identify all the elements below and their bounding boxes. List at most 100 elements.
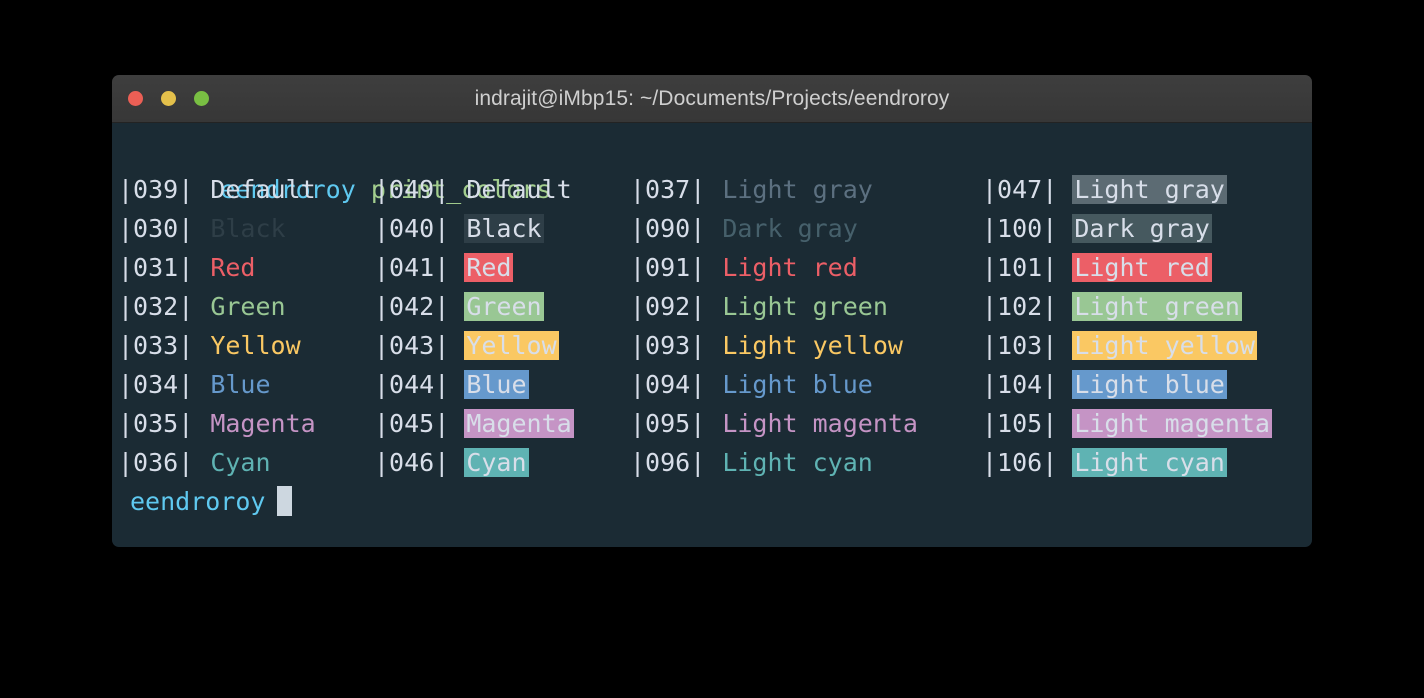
color-label: Dark gray — [722, 214, 858, 243]
prompt-line[interactable]: eendroroy — [112, 482, 1312, 521]
color-label: Black — [210, 214, 286, 243]
color-label: Blue — [210, 370, 271, 399]
color-code: |034| — [118, 370, 209, 399]
window-title: indrajit@iMbp15: ~/Documents/Projects/ee… — [474, 86, 950, 110]
color-entry: |032| Green — [118, 287, 288, 326]
table-row: |033| Yellow |043| Yellow |093| Light yell… — [112, 326, 1312, 365]
color-entry: |106| Light cyan — [982, 443, 1227, 482]
shell-prompt-2: eendroroy — [130, 487, 266, 516]
color-entry: |031| Red — [118, 248, 257, 287]
color-label: Magenta — [210, 409, 316, 438]
color-label: Red — [464, 253, 514, 282]
color-entry: |100| Dark gray — [982, 209, 1212, 248]
color-label: Light gray — [1072, 175, 1227, 204]
color-entry: |035| Magenta — [118, 404, 318, 443]
color-entry: |094| Light blue — [630, 365, 875, 404]
color-entry: |044| Blue — [374, 365, 529, 404]
color-code: |039| — [118, 175, 209, 204]
table-row: |032| Green |042| Green |092| Light green |… — [112, 287, 1312, 326]
color-code: |036| — [118, 448, 209, 477]
color-code: |032| — [118, 292, 209, 321]
color-entry: |093| Light yellow — [630, 326, 905, 365]
color-label: Light red — [722, 253, 858, 282]
color-code: |090| — [630, 214, 721, 243]
color-label: Light gray — [722, 175, 873, 204]
minimize-button[interactable] — [161, 91, 176, 106]
color-label: Green — [210, 292, 286, 321]
color-entry: |036| Cyan — [118, 443, 273, 482]
title-bar[interactable]: indrajit@iMbp15: ~/Documents/Projects/ee… — [112, 75, 1312, 123]
color-table: |039| Default |049| Default |037| Light gr… — [112, 170, 1312, 482]
color-code: |044| — [374, 370, 465, 399]
color-label: Dark gray — [1072, 214, 1212, 243]
color-label: Yellow — [210, 331, 301, 360]
color-code: |104| — [982, 370, 1073, 399]
color-entry: |105| Light magenta — [982, 404, 1272, 443]
color-label: Light green — [1072, 292, 1242, 321]
color-label: Blue — [464, 370, 529, 399]
color-label: Light magenta — [722, 409, 918, 438]
color-entry: |101| Light red — [982, 248, 1212, 287]
color-entry: |091| Light red — [630, 248, 860, 287]
color-entry: |037| Light gray — [630, 170, 875, 209]
color-entry: |047| Light gray — [982, 170, 1227, 209]
zoom-button[interactable] — [194, 91, 209, 106]
text-cursor — [277, 486, 293, 516]
color-code: |102| — [982, 292, 1073, 321]
color-label: Light blue — [1072, 370, 1227, 399]
color-code: |092| — [630, 292, 721, 321]
color-label: Magenta — [464, 409, 574, 438]
color-entry: |046| Cyan — [374, 443, 529, 482]
terminal-window[interactable]: indrajit@iMbp15: ~/Documents/Projects/ee… — [112, 75, 1312, 547]
color-entry: |039| Default — [118, 170, 318, 209]
color-code: |030| — [118, 214, 209, 243]
color-code: |042| — [374, 292, 465, 321]
color-code: |100| — [982, 214, 1073, 243]
color-code: |041| — [374, 253, 465, 282]
color-code: |047| — [982, 175, 1073, 204]
color-label: Light green — [722, 292, 888, 321]
color-entry: |033| Yellow — [118, 326, 303, 365]
terminal-output[interactable]: eendroroy print_colors |039| Default |049… — [112, 123, 1312, 547]
table-row: |031| Red |041| Red |091| Light red |101| L… — [112, 248, 1312, 287]
color-code: |043| — [374, 331, 465, 360]
color-code: |033| — [118, 331, 209, 360]
color-entry: |041| Red — [374, 248, 514, 287]
color-code: |031| — [118, 253, 209, 282]
color-entry: |095| Light magenta — [630, 404, 920, 443]
color-code: |101| — [982, 253, 1073, 282]
table-row: |034| Blue |044| Blue |094| Light blue |104… — [112, 365, 1312, 404]
color-entry: |034| Blue — [118, 365, 273, 404]
color-code: |096| — [630, 448, 721, 477]
color-label: Light blue — [722, 370, 873, 399]
color-code: |037| — [630, 175, 721, 204]
color-code: |105| — [982, 409, 1073, 438]
table-row: |035| Magenta |045| Magenta |095| Light ma… — [112, 404, 1312, 443]
color-label: Light red — [1072, 253, 1212, 282]
color-entry: |045| Magenta — [374, 404, 574, 443]
color-code: |049| — [374, 175, 465, 204]
color-code: |045| — [374, 409, 465, 438]
color-entry: |040| Black — [374, 209, 544, 248]
color-label: Light cyan — [722, 448, 873, 477]
close-button[interactable] — [128, 91, 143, 106]
color-entry: |043| Yellow — [374, 326, 559, 365]
color-entry: |096| Light cyan — [630, 443, 875, 482]
color-entry: |030| Black — [118, 209, 288, 248]
color-label: Cyan — [210, 448, 271, 477]
color-label: Default — [210, 175, 316, 204]
traffic-lights — [128, 75, 209, 122]
color-entry: |042| Green — [374, 287, 544, 326]
color-code: |093| — [630, 331, 721, 360]
color-label: Light cyan — [1072, 448, 1227, 477]
color-code: |094| — [630, 370, 721, 399]
table-row: |030| Black |040| Black |090| Dark gray |10… — [112, 209, 1312, 248]
color-code: |106| — [982, 448, 1073, 477]
color-code: |091| — [630, 253, 721, 282]
color-label: Light magenta — [1072, 409, 1272, 438]
color-label: Default — [466, 175, 572, 204]
color-code: |095| — [630, 409, 721, 438]
color-entry: |092| Light green — [630, 287, 890, 326]
color-entry: |103| Light yellow — [982, 326, 1257, 365]
color-code: |035| — [118, 409, 209, 438]
